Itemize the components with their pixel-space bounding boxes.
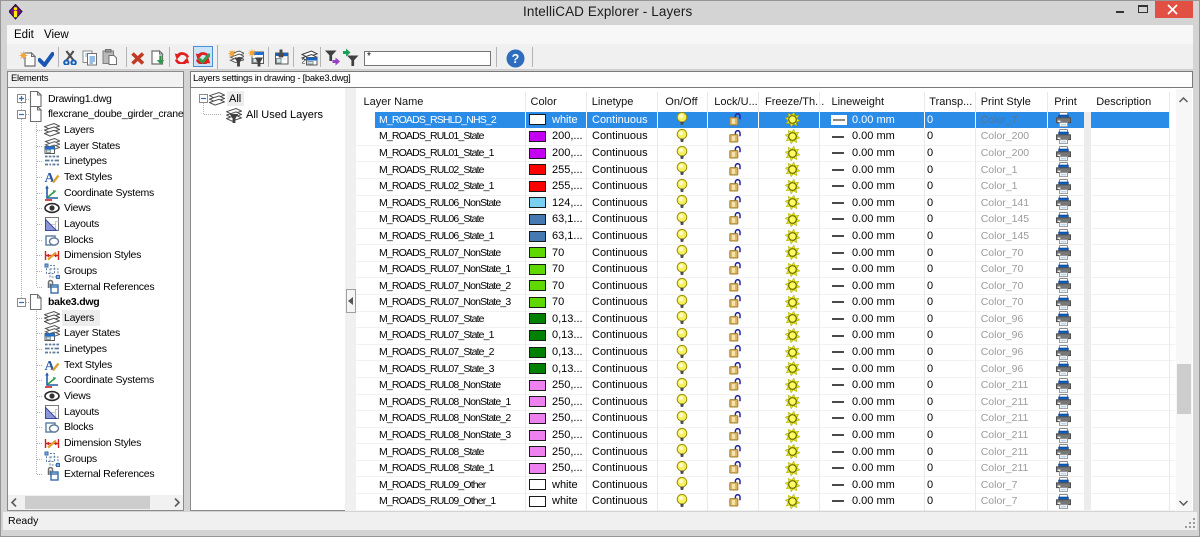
svg-text:2: 2 xyxy=(302,59,306,66)
svg-text:?: ? xyxy=(512,52,520,66)
